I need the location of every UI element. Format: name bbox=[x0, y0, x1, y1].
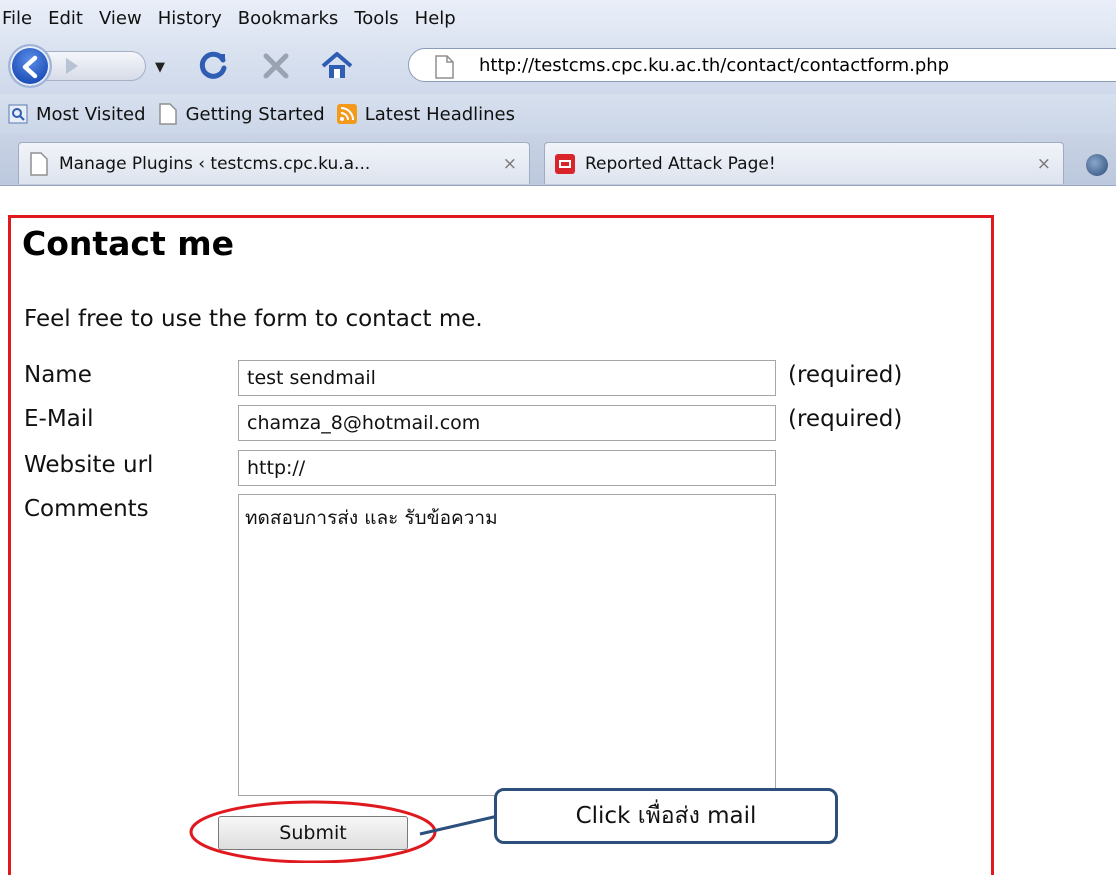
website-input[interactable]: http:// bbox=[238, 450, 776, 486]
home-icon[interactable] bbox=[320, 50, 354, 82]
required-note: (required) bbox=[788, 362, 903, 388]
submit-button[interactable]: Submit bbox=[218, 816, 408, 850]
name-input[interactable]: test sendmail bbox=[238, 360, 776, 396]
url-text: http://testcms.cpc.ku.ac.th/contact/cont… bbox=[479, 55, 950, 76]
tab-manage-plugins[interactable]: Manage Plugins ‹ testcms.cpc.ku.a... × bbox=[18, 142, 530, 184]
close-icon[interactable]: × bbox=[1037, 154, 1051, 174]
bookmark-label: Most Visited bbox=[36, 103, 146, 125]
bookmark-most-visited[interactable]: Most Visited bbox=[8, 104, 146, 125]
comments-textarea[interactable]: ทดสอบการส่ง และ รับข้อความ bbox=[238, 494, 776, 796]
tab-label: Manage Plugins ‹ testcms.cpc.ku.a... bbox=[59, 153, 371, 174]
rss-feed-icon bbox=[336, 104, 357, 124]
comments-label: Comments bbox=[24, 496, 149, 522]
bookmark-latest-headlines[interactable]: Latest Headlines bbox=[336, 103, 516, 125]
tab-label: Reported Attack Page! bbox=[585, 153, 776, 174]
menu-bar: File Edit View History Bookmarks Tools H… bbox=[0, 0, 1116, 38]
annotation-callout: Click เพื่อส่ง mail bbox=[494, 788, 838, 844]
intro-text: Feel free to use the form to contact me. bbox=[24, 306, 483, 332]
page-title: Contact me bbox=[22, 224, 235, 263]
url-bar[interactable]: http://testcms.cpc.ku.ac.th/contact/cont… bbox=[408, 48, 1116, 82]
globe-icon[interactable] bbox=[1086, 154, 1108, 176]
stop-icon[interactable] bbox=[260, 50, 292, 82]
page-icon bbox=[435, 55, 454, 79]
bookmark-label: Getting Started bbox=[185, 103, 325, 125]
menu-history[interactable]: History bbox=[158, 8, 222, 30]
menu-view[interactable]: View bbox=[99, 8, 142, 30]
name-label: Name bbox=[24, 362, 92, 388]
email-input[interactable]: chamza_8@hotmail.com bbox=[238, 405, 776, 441]
required-note: (required) bbox=[788, 406, 903, 432]
bookmarks-toolbar: Most Visited Getting Started Latest Head… bbox=[0, 94, 1116, 134]
menu-bookmarks[interactable]: Bookmarks bbox=[238, 8, 339, 30]
menu-file[interactable]: File bbox=[2, 8, 32, 30]
forward-arrow-icon bbox=[66, 58, 78, 74]
history-dropdown-icon[interactable]: ▼ bbox=[155, 60, 165, 75]
search-page-icon bbox=[8, 104, 28, 124]
menu-tools[interactable]: Tools bbox=[354, 8, 398, 30]
email-label: E-Mail bbox=[24, 406, 94, 432]
close-icon[interactable]: × bbox=[503, 154, 517, 174]
page-icon bbox=[158, 103, 178, 125]
reload-icon[interactable] bbox=[196, 48, 230, 82]
website-label: Website url bbox=[24, 452, 154, 478]
menu-help[interactable]: Help bbox=[415, 8, 456, 30]
back-button[interactable] bbox=[8, 44, 52, 88]
back-arrow-icon bbox=[22, 55, 38, 79]
warning-icon bbox=[555, 153, 575, 174]
tab-reported-attack[interactable]: Reported Attack Page! × bbox=[544, 142, 1064, 184]
tab-bar: Manage Plugins ‹ testcms.cpc.ku.a... × R… bbox=[0, 134, 1116, 186]
bookmark-label: Latest Headlines bbox=[364, 103, 516, 125]
navigation-toolbar: ▼ http://testcms.cpc.ku.ac.th/contact/co… bbox=[0, 38, 1116, 94]
menu-edit[interactable]: Edit bbox=[48, 8, 83, 30]
bookmark-getting-started[interactable]: Getting Started bbox=[158, 103, 325, 125]
forward-button[interactable] bbox=[46, 51, 146, 81]
page-icon bbox=[29, 151, 49, 176]
